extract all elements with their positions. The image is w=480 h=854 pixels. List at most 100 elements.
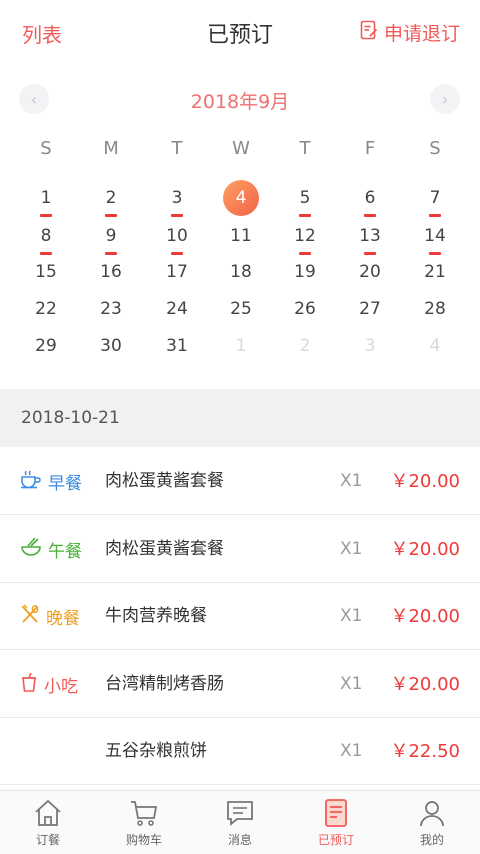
chevron-right-icon: ›: [441, 89, 449, 109]
day-number: 4: [223, 180, 259, 216]
request-cancel-button[interactable]: 申请退订: [360, 19, 460, 46]
dish-name: 五谷杂粮煎饼: [105, 741, 207, 761]
quantity: X1: [340, 673, 363, 694]
price: ￥20.00: [390, 673, 460, 695]
calendar-day[interactable]: 17: [155, 254, 199, 290]
calendar-day[interactable]: 27: [348, 291, 392, 327]
calendar-day[interactable]: 18: [219, 254, 263, 290]
calendar-day[interactable]: 20: [348, 254, 392, 290]
calendar-day: 1: [219, 328, 263, 364]
calendar-day[interactable]: 30: [89, 328, 133, 364]
calendar-header: ‹ 2018年9月 ›: [0, 84, 480, 116]
order-row[interactable]: 晚餐 牛肉营养晚餐 X1 ￥20.00: [0, 583, 480, 650]
day-number: 5: [299, 188, 311, 208]
calendar-day[interactable]: 2: [89, 180, 133, 217]
day-number: 11: [230, 226, 252, 246]
request-cancel-label: 申请退订: [383, 23, 460, 45]
prev-month-button[interactable]: ‹: [19, 84, 49, 114]
calendar-day[interactable]: 9: [89, 218, 133, 255]
row-divider: [0, 784, 480, 785]
dish-name: 肉松蛋黄酱套餐: [105, 538, 224, 559]
tab-user[interactable]: 我的: [384, 791, 480, 854]
tab-booked[interactable]: 已预订: [288, 791, 384, 854]
day-number: 20: [359, 262, 381, 282]
price: ￥20.00: [390, 471, 460, 492]
tab-message[interactable]: 消息: [192, 791, 288, 854]
order-row[interactable]: 早餐 肉松蛋黄酱套餐 X1 ￥20.00: [0, 448, 480, 515]
tab-home[interactable]: 订餐: [0, 791, 96, 854]
meal-type: 午餐: [20, 516, 82, 583]
meal-type-label: 晚餐: [46, 609, 80, 629]
booked-marker: [364, 214, 376, 217]
dish-name: 牛肉营养晚餐: [105, 606, 207, 626]
meal-type: 早餐: [20, 448, 82, 515]
calendar-day[interactable]: 19: [283, 254, 327, 290]
calendar-day[interactable]: 25: [219, 291, 263, 327]
next-month-button[interactable]: ›: [430, 84, 460, 114]
day-number: 22: [35, 299, 57, 319]
day-number: 19: [294, 262, 316, 282]
calendar-day[interactable]: 6: [348, 180, 392, 217]
price: ￥20.00: [390, 538, 460, 560]
meal-type: 小吃: [20, 651, 78, 718]
day-number: 21: [424, 262, 446, 282]
cup-icon: [20, 469, 42, 494]
calendar-day-today[interactable]: 4: [219, 180, 263, 216]
day-number: 18: [230, 262, 252, 282]
bottom-tab-bar: 订餐 购物车 消息 已预订 我的: [0, 790, 480, 854]
weekday-label: M: [103, 138, 119, 159]
calendar-day[interactable]: 28: [413, 291, 457, 327]
calendar-day[interactable]: 5: [283, 180, 327, 217]
day-number: 24: [166, 299, 188, 319]
chevron-left-icon: ‹: [30, 89, 38, 109]
dish-name: 台湾精制烤香肠: [105, 673, 224, 694]
calendar-day[interactable]: 29: [24, 328, 68, 364]
calendar-day[interactable]: 7: [413, 180, 457, 217]
booked-marker: [299, 214, 311, 217]
tab-label: 已预订: [317, 833, 354, 847]
message-icon: [224, 797, 256, 829]
tab-label: 订餐: [35, 833, 60, 847]
day-number: 17: [166, 262, 188, 282]
day-number: 4: [429, 336, 441, 356]
user-icon: [416, 797, 448, 829]
calendar-day[interactable]: 22: [24, 291, 68, 327]
day-number: 3: [171, 188, 183, 208]
tab-cart[interactable]: 购物车: [96, 791, 192, 854]
order-row[interactable]: 五谷杂粮煎饼 X1 ￥22.50: [0, 718, 480, 785]
booked-marker: [171, 214, 183, 217]
calendar-day[interactable]: 16: [89, 254, 133, 290]
calendar-day[interactable]: 15: [24, 254, 68, 290]
calendar-day[interactable]: 8: [24, 218, 68, 255]
list-link[interactable]: 列表: [22, 19, 62, 48]
calendar-day: 2: [283, 328, 327, 364]
calendar-day[interactable]: 12: [283, 218, 327, 255]
calendar-day[interactable]: 1: [24, 180, 68, 217]
calendar-day[interactable]: 10: [155, 218, 199, 255]
weekday-header: SMTWTFS: [0, 138, 480, 164]
day-number: 10: [166, 226, 188, 246]
calendar-day[interactable]: 31: [155, 328, 199, 364]
day-number: 2: [105, 188, 117, 208]
day-number: 1: [40, 188, 52, 208]
cart-icon: [128, 797, 160, 829]
home-icon: [32, 797, 64, 829]
tab-label: 消息: [227, 833, 252, 847]
calendar-day[interactable]: 23: [89, 291, 133, 327]
utensils-icon: [20, 604, 40, 629]
calendar-day[interactable]: 14: [413, 218, 457, 255]
day-number: 9: [105, 226, 117, 246]
day-number: 12: [294, 226, 316, 246]
order-row[interactable]: 小吃 台湾精制烤香肠 X1 ￥20.00: [0, 651, 480, 718]
calendar-day[interactable]: 11: [219, 218, 263, 254]
calendar-day[interactable]: 26: [283, 291, 327, 327]
calendar-day[interactable]: 13: [348, 218, 392, 255]
calendar-day[interactable]: 3: [155, 180, 199, 217]
calendar-day[interactable]: 24: [155, 291, 199, 327]
weekday-label: S: [429, 138, 441, 159]
meal-type-label: 早餐: [48, 474, 82, 494]
tab-label: 我的: [419, 833, 444, 847]
calendar-day[interactable]: 21: [413, 254, 457, 290]
order-row[interactable]: 午餐 肉松蛋黄酱套餐 X1 ￥20.00: [0, 516, 480, 583]
meal-type: 晚餐: [20, 583, 80, 650]
